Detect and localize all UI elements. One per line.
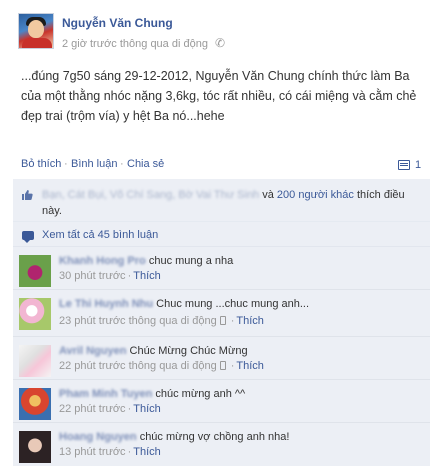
comment-count[interactable]: 1	[398, 158, 421, 172]
commenter-avatar[interactable]	[19, 298, 51, 330]
comment-count-value: 1	[415, 159, 422, 171]
comment-link[interactable]: Bình luận	[71, 158, 117, 170]
comment-meta: 23 phút trước thông qua di động · Thích	[59, 315, 264, 327]
commenter-name[interactable]: Le Thi Huynh Nhu	[59, 298, 153, 310]
liker-names[interactable]: Bạn, Cát Bụi, Võ Chí Sang, Bờ Vai Thư Si…	[42, 189, 259, 201]
mobile-icon	[219, 361, 226, 370]
comment-item: Khanh Hong Pro chuc mung a nha 30 phút t…	[13, 248, 430, 290]
avatar-face	[28, 20, 44, 38]
mobile-upload-icon: ✆	[215, 36, 226, 50]
commenter-avatar[interactable]	[19, 345, 51, 377]
comment-time[interactable]: 23 phút trước thông qua di động	[59, 315, 217, 327]
post-header: Nguyễn Văn Chung 2 giờ trước thông qua d…	[0, 0, 430, 60]
share-link[interactable]: Chia sẻ	[127, 158, 164, 170]
avatar-shirt	[22, 38, 52, 48]
comment-body: Khanh Hong Pro chuc mung a nha	[59, 255, 233, 267]
other-likers-link[interactable]: 200 người khác	[277, 189, 354, 201]
comment-item: Le Thi Huynh Nhu Chuc mung ...chuc mung …	[13, 291, 430, 337]
comment-meta: 30 phút trước · Thích	[59, 270, 161, 282]
comment-like-link[interactable]: Thích	[236, 315, 264, 327]
likes-and: và	[259, 189, 277, 201]
comment-like-link[interactable]: Thích	[236, 360, 264, 372]
comment-time[interactable]: 22 phút trước thông qua di động	[59, 360, 217, 372]
comment-meta: 13 phút trước · Thích	[59, 446, 161, 458]
meta-separator: ·	[127, 270, 132, 282]
feedback-panel: Bạn, Cát Bụi, Võ Chí Sang, Bờ Vai Thư Si…	[13, 179, 430, 466]
comment-like-link[interactable]: Thích	[133, 270, 161, 282]
comment-text: chuc mung a nha	[148, 255, 234, 267]
comment-time[interactable]: 22 phút trước	[59, 403, 126, 415]
thumbs-up-icon	[21, 189, 33, 201]
post-timestamp: 2 giờ trước thông qua di động ✆	[62, 36, 225, 50]
author-name[interactable]: Nguyễn Văn Chung	[62, 16, 173, 30]
post-actions: Bỏ thích · Bình luận · Chia sẻ 1	[0, 152, 430, 178]
mobile-icon	[219, 316, 226, 325]
post-message: ...đúng 7g50 sáng 29-12-2012, Nguyễn Văn…	[21, 69, 417, 123]
comment-like-link[interactable]: Thích	[133, 446, 161, 458]
meta-separator: ·	[230, 315, 235, 327]
comment-item: Avril Nguyen Chúc Mừng Chúc Mừng 22 phút…	[13, 338, 430, 380]
meta-separator: ·	[230, 360, 235, 372]
post-time-text[interactable]: 2 giờ trước thông qua di động	[62, 38, 208, 50]
commenter-avatar[interactable]	[19, 255, 51, 287]
comments-icon	[22, 231, 34, 243]
commenter-name[interactable]: Hoang Nguyen	[59, 431, 137, 443]
comment-text: chúc mừng vợ chồng anh nha!	[139, 431, 290, 443]
comment-bubble-icon	[398, 160, 410, 170]
comment-meta: 22 phút trước · Thích	[59, 403, 161, 415]
comment-body: Avril Nguyen Chúc Mừng Chúc Mừng	[59, 345, 248, 357]
meta-separator: ·	[127, 403, 132, 415]
view-all-comments[interactable]: Xem tất cả 45 bình luận	[13, 223, 430, 247]
comment-item: Hoang Nguyen chúc mừng vợ chồng anh nha!…	[13, 424, 430, 466]
comment-body: Hoang Nguyen chúc mừng vợ chồng anh nha!	[59, 431, 289, 443]
author-avatar[interactable]	[18, 13, 54, 49]
comment-time[interactable]: 30 phút trước	[59, 270, 126, 282]
commenter-avatar[interactable]	[19, 388, 51, 420]
meta-separator: ·	[127, 446, 132, 458]
comment-text: Chuc mung ...chuc mung anh...	[156, 298, 310, 310]
comment-item: Pham Minh Tuyen chúc mừng anh ^^ 22 phút…	[13, 381, 430, 423]
action-separator: ·	[64, 158, 68, 170]
action-separator: ·	[120, 158, 124, 170]
commenter-name[interactable]: Khanh Hong Pro	[59, 255, 146, 267]
comment-text: chúc mừng anh ^^	[155, 388, 246, 400]
comment-body: Le Thi Huynh Nhu Chuc mung ...chuc mung …	[59, 298, 309, 310]
comment-time[interactable]: 13 phút trước	[59, 446, 126, 458]
comment-meta: 22 phút trước thông qua di động · Thích	[59, 360, 264, 372]
comment-body: Pham Minh Tuyen chúc mừng anh ^^	[59, 388, 245, 400]
unlike-link[interactable]: Bỏ thích	[21, 158, 61, 170]
comment-like-link[interactable]: Thích	[133, 403, 161, 415]
comment-text: Chúc Mừng Chúc Mừng	[129, 345, 248, 357]
likes-text: Bạn, Cát Bụi, Võ Chí Sang, Bờ Vai Thư Si…	[42, 187, 422, 219]
view-all-comments-label[interactable]: Xem tất cả 45 bình luận	[42, 229, 158, 241]
commenter-name[interactable]: Pham Minh Tuyen	[59, 388, 152, 400]
commenter-name[interactable]: Avril Nguyen	[59, 345, 126, 357]
commenter-avatar[interactable]	[19, 431, 51, 463]
likes-summary: Bạn, Cát Bụi, Võ Chí Sang, Bờ Vai Thư Si…	[13, 179, 430, 222]
